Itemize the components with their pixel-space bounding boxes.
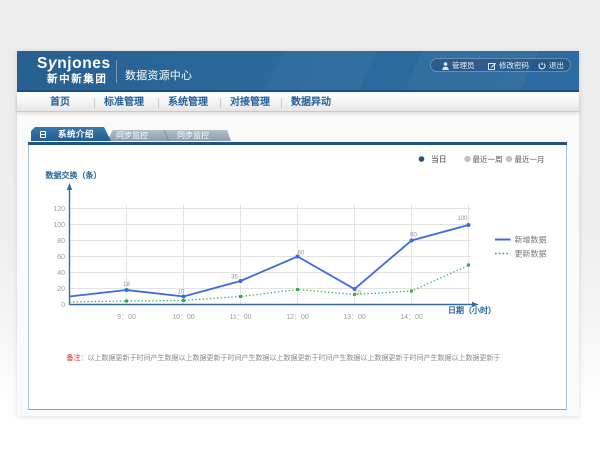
svg-text:40: 40 bbox=[57, 270, 65, 277]
svg-text:数据交换（条）: 数据交换（条） bbox=[46, 170, 102, 180]
svg-text:更新数据: 更新数据 bbox=[515, 249, 547, 259]
svg-text:11：00: 11：00 bbox=[229, 314, 251, 321]
svg-text:13：00: 13：00 bbox=[343, 314, 366, 321]
svg-text:新增数据: 新增数据 bbox=[515, 235, 547, 245]
svg-text:10：00: 10：00 bbox=[172, 314, 195, 321]
svg-text:18: 18 bbox=[123, 282, 130, 288]
svg-text:10: 10 bbox=[354, 291, 361, 297]
svg-text:当日: 当日 bbox=[431, 154, 447, 164]
svg-text:12：00: 12：00 bbox=[286, 314, 309, 321]
svg-text:20: 20 bbox=[57, 286, 65, 293]
svg-text:14：00: 14：00 bbox=[400, 314, 423, 321]
svg-text:60: 60 bbox=[57, 254, 65, 261]
svg-text:80: 80 bbox=[410, 233, 417, 239]
svg-text:日期（小时）: 日期（小时） bbox=[448, 305, 496, 315]
svg-text:0: 0 bbox=[61, 302, 65, 309]
svg-text:100: 100 bbox=[53, 222, 65, 229]
svg-text:最近一月: 最近一月 bbox=[515, 154, 545, 164]
svg-text:60: 60 bbox=[298, 251, 305, 257]
svg-text:120: 120 bbox=[53, 206, 65, 213]
svg-text:80: 80 bbox=[57, 238, 65, 245]
svg-text:最近一周: 最近一周 bbox=[473, 154, 503, 164]
svg-text:10: 10 bbox=[178, 290, 185, 296]
svg-text:9：00: 9：00 bbox=[117, 314, 136, 321]
svg-text:备注：以上数据更新于时间产生数据以上数据更新于时间产生数据以: 备注：以上数据更新于时间产生数据以上数据更新于时间产生数据以上数据更新于时间产生… bbox=[67, 353, 501, 362]
svg-text:35: 35 bbox=[231, 275, 238, 281]
svg-text:100: 100 bbox=[457, 216, 468, 222]
